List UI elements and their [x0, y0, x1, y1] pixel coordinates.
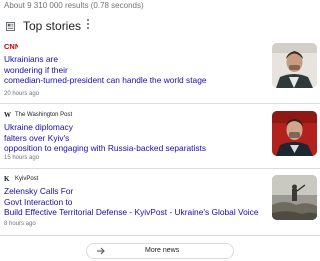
svg-text:W: W [4, 111, 11, 118]
story-time: 8 hours ago [4, 221, 36, 227]
newspaper-icon [6, 21, 15, 31]
story-source-name: The Washington Post [15, 111, 73, 118]
top-stories-title: Top stories [23, 19, 82, 33]
more-news-button[interactable]: More news [86, 243, 234, 259]
story-time: 20 hours ago [4, 91, 40, 97]
divider [0, 103, 320, 104]
story-thumbnail[interactable] [272, 111, 317, 156]
divider [0, 168, 320, 169]
top-stories-header: Top stories [6, 19, 81, 33]
cnn-logo-icon: CNN [4, 42, 18, 50]
arrow-right-icon [97, 247, 105, 255]
story-thumbnail[interactable] [272, 43, 317, 88]
svg-text:K: K [4, 175, 10, 182]
story-headline[interactable]: Zelensky Calls For Govt Interaction to B… [4, 186, 266, 218]
story-time: 15 hours ago [4, 155, 40, 161]
story-thumbnail[interactable] [272, 175, 317, 220]
story-source-name: KyivPost [15, 175, 39, 182]
story-headline[interactable]: Ukraine diplomacy falters over Kyiv's op… [4, 122, 266, 154]
story-headline[interactable]: Ukrainians are wondering if their comedi… [4, 54, 266, 86]
story-source: CNN [4, 42, 18, 50]
washington-post-logo-icon: W [4, 111, 11, 118]
svg-text:CNN: CNN [4, 42, 18, 50]
story-source: K KyivPost [4, 175, 38, 182]
divider [0, 235, 320, 236]
results-count: About 9 310 000 results (0.78 seconds) [4, 1, 144, 10]
story-source: W The Washington Post [4, 111, 72, 118]
more-news-label: More news [145, 247, 180, 254]
more-vert-icon[interactable] [85, 19, 91, 29]
kyivpost-logo-icon: K [4, 175, 10, 182]
